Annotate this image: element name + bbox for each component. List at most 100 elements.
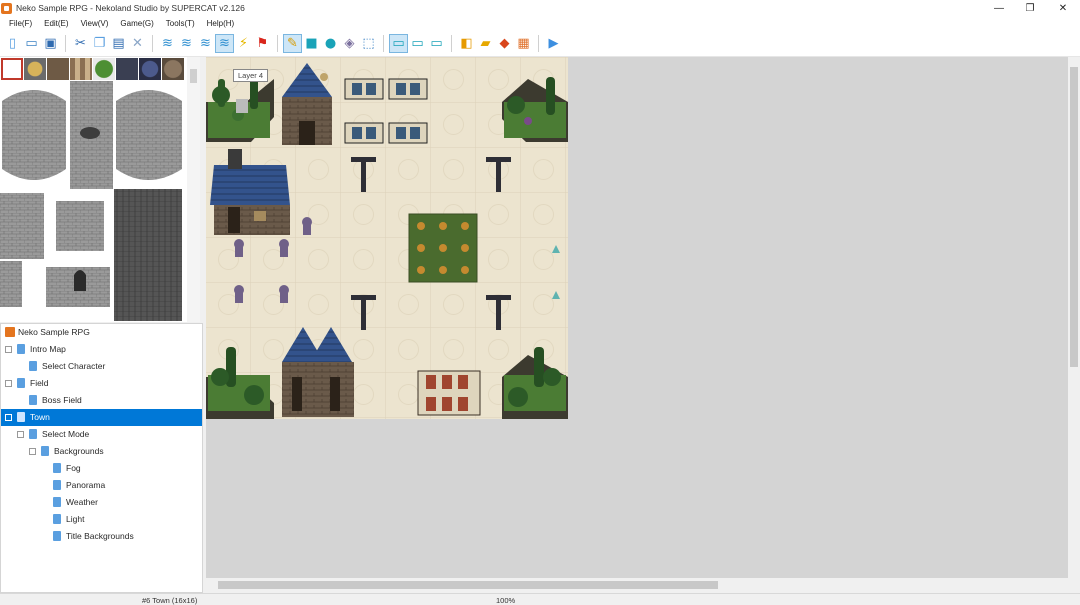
minimize-button[interactable]: — xyxy=(982,0,1016,16)
map-canvas[interactable] xyxy=(206,57,568,419)
fill-button[interactable]: ◈ xyxy=(340,34,359,53)
menu-file[interactable]: File(F) xyxy=(3,19,38,28)
tree-node[interactable]: Boss Field xyxy=(1,392,202,409)
tile-category-strip xyxy=(1,58,185,80)
layer-tooltip: Layer 4 xyxy=(233,69,269,82)
tile-rock[interactable] xyxy=(162,58,184,80)
tileset-palette[interactable] xyxy=(0,57,200,322)
menu-game[interactable]: Game(G) xyxy=(114,19,159,28)
map-icon xyxy=(29,395,37,405)
copy-button[interactable]: ❐ xyxy=(90,34,109,53)
tree-node[interactable]: Select Mode xyxy=(1,426,202,443)
canvas-horizontal-scrollbar[interactable] xyxy=(206,578,1068,592)
vertical-scroll-thumb[interactable] xyxy=(1070,67,1078,367)
tree-node[interactable]: Intro Map xyxy=(1,341,202,358)
ellipse-icon: ● xyxy=(324,36,337,51)
start-position-button[interactable]: ⚑ xyxy=(253,34,272,53)
toolbar-separator xyxy=(383,35,384,52)
toolbar-separator xyxy=(152,35,153,52)
expander-icon[interactable] xyxy=(17,431,24,438)
zoom-3-button[interactable]: ▭ xyxy=(427,34,446,53)
tree-root-label: Neko Sample RPG xyxy=(18,327,90,337)
tree-node[interactable]: Field xyxy=(1,375,202,392)
tree-node[interactable]: Title Backgrounds xyxy=(1,528,202,545)
script-button[interactable]: ◆ xyxy=(495,34,514,53)
open-project-button[interactable]: ▭ xyxy=(22,34,41,53)
app-icon xyxy=(1,2,12,14)
map-canvas-area[interactable]: Layer 4 xyxy=(206,57,1068,578)
close-button[interactable]: ✕ xyxy=(1046,0,1080,16)
tile-wood[interactable] xyxy=(47,58,69,80)
map-icon xyxy=(53,497,61,507)
tree-node[interactable]: Panorama xyxy=(1,477,202,494)
tree-root[interactable]: Neko Sample RPG xyxy=(1,324,202,341)
ellipse-button[interactable]: ● xyxy=(321,34,340,53)
tree-node-label: Town xyxy=(30,412,50,422)
expander-icon[interactable] xyxy=(5,380,12,387)
material-button[interactable]: ▦ xyxy=(514,34,533,53)
pencil-icon: ✎ xyxy=(287,36,298,51)
play-button[interactable]: ▶ xyxy=(544,34,563,53)
pencil-button[interactable]: ✎ xyxy=(283,34,302,53)
tree-node[interactable]: Town xyxy=(1,409,202,426)
map-icon xyxy=(53,514,61,524)
start-position-icon: ⚑ xyxy=(256,36,269,51)
tree-node-label: Backgrounds xyxy=(54,446,104,456)
map-icon xyxy=(53,480,61,490)
tileset-scroll-thumb[interactable] xyxy=(190,69,197,83)
tree-node-label: Title Backgrounds xyxy=(66,531,134,541)
tile-crate[interactable] xyxy=(70,58,92,80)
layer-3-button[interactable]: ≋ xyxy=(196,34,215,53)
expander-icon[interactable] xyxy=(5,414,12,421)
tile-orb[interactable] xyxy=(139,58,161,80)
tileset-image[interactable] xyxy=(0,81,187,321)
tree-node[interactable]: Select Character xyxy=(1,358,202,375)
save-button[interactable]: ▣ xyxy=(41,34,60,53)
tree-node[interactable]: Weather xyxy=(1,494,202,511)
toolbar-separator xyxy=(65,35,66,52)
menu-tools[interactable]: Tools(T) xyxy=(160,19,201,28)
paste-button[interactable]: ▤ xyxy=(109,34,128,53)
expander-icon[interactable] xyxy=(5,346,12,353)
save-icon: ▣ xyxy=(44,36,57,51)
tile-gold[interactable] xyxy=(24,58,46,80)
open-project-icon: ▭ xyxy=(25,36,38,51)
zoom-1-button[interactable]: ▭ xyxy=(389,34,408,53)
tree-node[interactable]: Fog xyxy=(1,460,202,477)
restore-button[interactable]: ❐ xyxy=(1013,0,1047,16)
expander-icon[interactable] xyxy=(29,448,36,455)
material-icon: ▦ xyxy=(517,36,530,51)
zoom-2-button[interactable]: ▭ xyxy=(408,34,427,53)
tile-empty[interactable] xyxy=(1,58,23,80)
tile-bush[interactable] xyxy=(93,58,115,80)
layer-4-icon: ≋ xyxy=(219,36,230,51)
layer-4-button[interactable]: ≋ xyxy=(215,34,234,53)
event-layer-button[interactable]: ⚡ xyxy=(234,34,253,53)
layer-2-button[interactable]: ≋ xyxy=(177,34,196,53)
rectangle-button[interactable]: ■ xyxy=(302,34,321,53)
tree-node[interactable]: Backgrounds xyxy=(1,443,202,460)
delete-button[interactable]: ✕ xyxy=(128,34,147,53)
event-layer-icon: ⚡ xyxy=(238,36,249,51)
canvas-vertical-scrollbar[interactable] xyxy=(1068,57,1080,578)
menu-view[interactable]: View(V) xyxy=(75,19,115,28)
layer-1-button[interactable]: ≋ xyxy=(158,34,177,53)
tree-node-label: Intro Map xyxy=(30,344,66,354)
select-icon: ⬚ xyxy=(362,36,375,51)
menu-edit[interactable]: Edit(E) xyxy=(38,19,74,28)
tree-node[interactable]: Light xyxy=(1,511,202,528)
tile-dark[interactable] xyxy=(116,58,138,80)
delete-icon: ✕ xyxy=(132,36,143,51)
tileset-scrollbar[interactable] xyxy=(187,57,200,322)
new-file-button[interactable]: ▯ xyxy=(3,34,22,53)
select-button[interactable]: ⬚ xyxy=(359,34,378,53)
toolbar-separator xyxy=(451,35,452,52)
database-button[interactable]: ◧ xyxy=(457,34,476,53)
tree-node-label: Field xyxy=(30,378,49,388)
play-icon: ▶ xyxy=(548,36,559,51)
menu-help[interactable]: Help(H) xyxy=(201,19,241,28)
resource-button[interactable]: ▰ xyxy=(476,34,495,53)
horizontal-scroll-thumb[interactable] xyxy=(218,581,718,589)
toolbar: ▯ ▭ ▣ ✂ ❐ ▤ ✕ ≋ ≋ ≋ ≋ ⚡ ⚑ ✎ ■ ● ◈ ⬚ ▭ ▭ ▭ ◧ ▰ ◆ ▦ ▶ xyxy=(0,31,1080,57)
cut-button[interactable]: ✂ xyxy=(71,34,90,53)
